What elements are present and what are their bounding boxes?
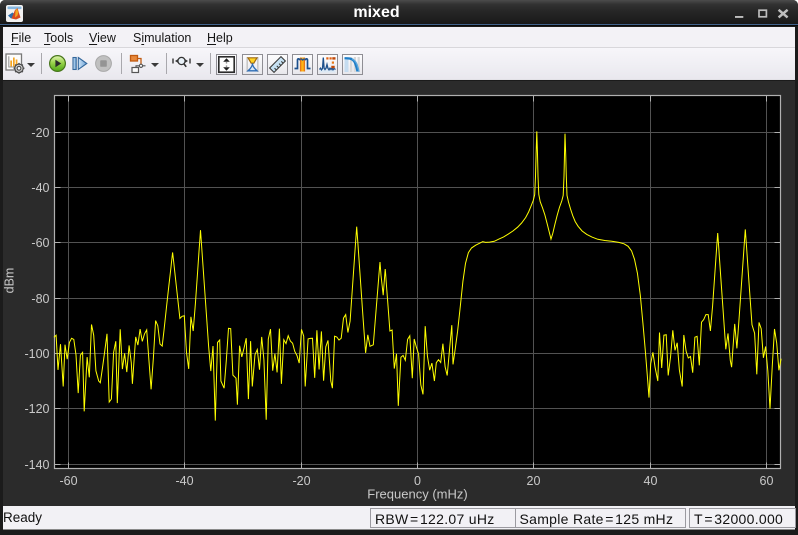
svg-text:-60: -60 bbox=[59, 474, 77, 488]
svg-text:-40: -40 bbox=[175, 474, 193, 488]
svg-text:-20: -20 bbox=[31, 126, 49, 140]
svg-text:-120: -120 bbox=[24, 402, 49, 416]
svg-text:60: 60 bbox=[760, 474, 774, 488]
svg-text:-40: -40 bbox=[31, 181, 49, 195]
svg-text:Frequency (mHz): Frequency (mHz) bbox=[367, 487, 467, 502]
svg-text:-20: -20 bbox=[292, 474, 310, 488]
svg-text:-100: -100 bbox=[24, 347, 49, 361]
svg-text:-140: -140 bbox=[24, 458, 49, 472]
svg-text:-80: -80 bbox=[31, 292, 49, 306]
svg-text:40: 40 bbox=[644, 474, 658, 488]
svg-text:dBm: dBm bbox=[3, 268, 17, 294]
svg-text:-60: -60 bbox=[31, 236, 49, 250]
svg-text:20: 20 bbox=[527, 474, 541, 488]
